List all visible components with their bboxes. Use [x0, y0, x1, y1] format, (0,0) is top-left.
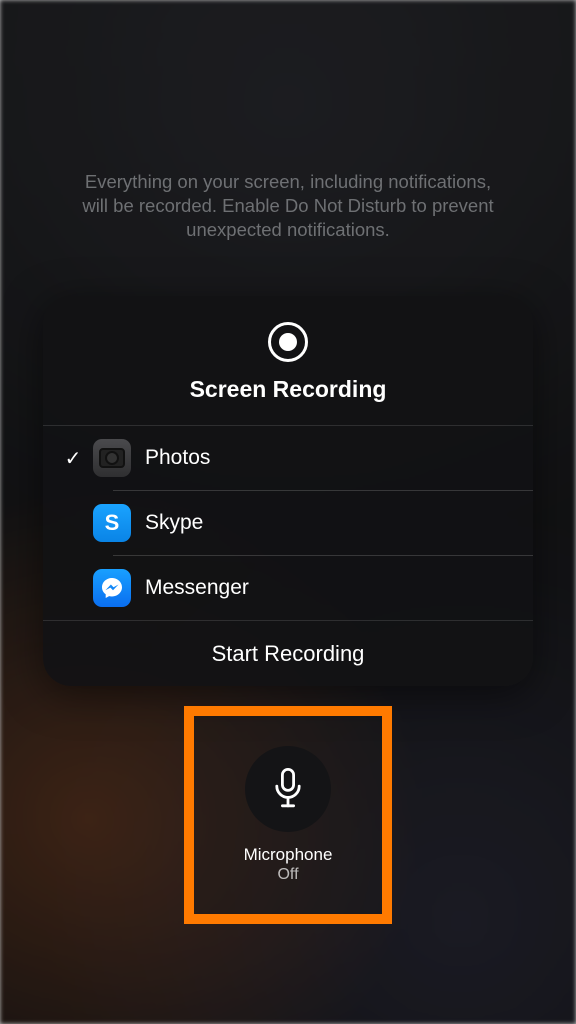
- microphone-toggle-button[interactable]: [245, 746, 331, 832]
- microphone-label-block: Microphone Off: [244, 844, 333, 885]
- record-icon: [268, 322, 308, 362]
- annotation-highlight-box: Microphone Off: [184, 706, 392, 924]
- option-label: Messenger: [145, 576, 249, 600]
- recording-info-text: Everything on your screen, including not…: [73, 170, 503, 242]
- photos-app-icon: [93, 439, 131, 477]
- screen-recording-panel: Screen Recording ✓ Photos ✓ S Skype ✓ Me…: [43, 296, 533, 686]
- option-label: Skype: [145, 511, 203, 535]
- microphone-label: Microphone: [244, 844, 333, 865]
- screen-recording-sheet: Everything on your screen, including not…: [0, 0, 576, 1024]
- option-label: Photos: [145, 446, 210, 470]
- messenger-app-icon: [93, 569, 131, 607]
- panel-header: Screen Recording: [43, 296, 533, 426]
- start-recording-button[interactable]: Start Recording: [43, 620, 533, 686]
- panel-title: Screen Recording: [190, 376, 387, 403]
- microphone-icon: [271, 768, 305, 810]
- destination-option-skype[interactable]: ✓ S Skype: [43, 491, 533, 555]
- destination-option-photos[interactable]: ✓ Photos: [43, 426, 533, 490]
- microphone-status: Off: [244, 865, 333, 885]
- destination-option-messenger[interactable]: ✓ Messenger: [43, 556, 533, 620]
- start-recording-label: Start Recording: [212, 641, 365, 667]
- checkmark-icon: ✓: [59, 446, 87, 471]
- skype-app-icon: S: [93, 504, 131, 542]
